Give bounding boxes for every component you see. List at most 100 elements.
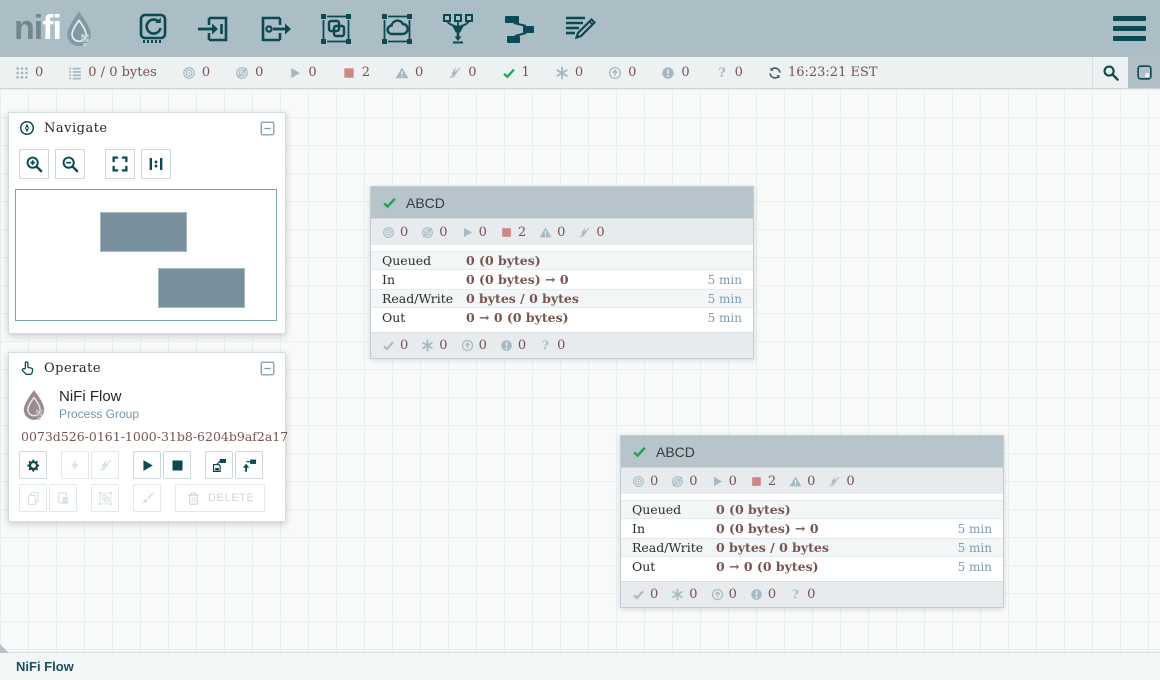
brush-icon: [140, 491, 155, 506]
stat-row-read-write: Read/Write 0 bytes / 0 bytes 5 min: [371, 289, 753, 308]
copy-button[interactable]: [19, 484, 47, 512]
status-transmitting: 0: [182, 65, 210, 80]
breadcrumb-corner: [0, 644, 9, 653]
transmitting-icon: [182, 66, 196, 80]
pg-sync-failure: ?0: [789, 587, 815, 602]
drag-input-port-button[interactable]: [194, 8, 234, 50]
queued-list-icon: [68, 66, 82, 80]
invalid-icon: [789, 475, 802, 488]
operate-header: Operate: [9, 353, 285, 383]
process-group-abcd-2[interactable]: ABCD 0 0 0 2 0 0 Queued 0 (0 bytes) In 0…: [620, 435, 1004, 608]
birdseye-toggle-button[interactable]: [1128, 57, 1160, 88]
zoom-out-button[interactable]: [55, 149, 85, 179]
running-icon: [461, 226, 474, 239]
status-items: 0 0 / 0 bytes 0 0 0 2 0 0 1 0 0 0 ?0 16:…: [0, 57, 878, 88]
pg-version-footer: 0 0 0 0 ?0: [621, 581, 1003, 607]
pg-transmitting: 0: [382, 225, 408, 240]
operate-title: Operate: [44, 361, 251, 376]
stat-row-read-write: Read/Write 0 bytes / 0 bytes 5 min: [621, 538, 1003, 557]
drag-remote-process-group-button[interactable]: [377, 8, 417, 50]
pg-stats: Queued 0 (0 bytes) In 0 (0 bytes) → 0 5 …: [621, 494, 1003, 581]
disable-button[interactable]: [91, 451, 119, 479]
nifi-drop-icon: [64, 10, 94, 48]
collapse-operate-button[interactable]: [260, 361, 275, 376]
delete-label: DELETE: [208, 492, 254, 504]
pg-stale: 0: [711, 587, 737, 602]
status-refresh[interactable]: 16:23:21 EST: [768, 65, 878, 80]
drag-processor-button[interactable]: [133, 8, 173, 50]
pg-counts: 0 0 0 2 0 0: [371, 218, 753, 245]
label-icon: [563, 13, 597, 45]
drag-label-button[interactable]: [560, 8, 600, 50]
stat-row-in: In 0 (0 bytes) → 0 5 min: [621, 519, 1003, 538]
search-button[interactable]: [1092, 57, 1128, 88]
change-color-button[interactable]: [133, 484, 161, 512]
save-template-icon: [212, 458, 227, 473]
navigate-title: Navigate: [44, 121, 251, 136]
stat-row-out: Out 0 → 0 (0 bytes) 5 min: [621, 557, 1003, 576]
group-icon: [98, 491, 113, 506]
stop-icon: [170, 458, 185, 473]
input-port-icon: [197, 13, 231, 45]
flow-canvas[interactable]: Navigate Operate NiFi Flow Process Group: [0, 89, 1160, 652]
enable-button[interactable]: [61, 451, 89, 479]
check-icon: [632, 588, 645, 601]
global-menu-button[interactable]: [1113, 12, 1146, 45]
exclamation-circle-icon: [500, 339, 513, 352]
pg-locally-modified: 0: [421, 338, 447, 353]
locally-modified-and-stale-icon: [661, 66, 675, 80]
arrow-up-circle-icon: [711, 588, 724, 601]
stopped-icon: [750, 475, 763, 488]
bolt-slash-icon: [98, 458, 113, 473]
navigate-header: Navigate: [9, 113, 285, 143]
question-icon: ?: [539, 339, 552, 352]
status-not-transmitting: 0: [235, 65, 263, 80]
status-bar: 0 0 / 0 bytes 0 0 0 2 0 0 1 0 0 0 ?0 16:…: [0, 57, 1160, 89]
drag-process-group-button[interactable]: [316, 8, 356, 50]
pg-up-to-date: 0: [632, 587, 658, 602]
birdseye-minimap[interactable]: [15, 189, 277, 321]
drag-output-port-button[interactable]: [255, 8, 295, 50]
status-up-to-date: 1: [502, 65, 530, 80]
pg-locally-modified-and-stale: 0: [750, 587, 776, 602]
locally-modified-icon: [555, 66, 569, 80]
pg-locally-modified: 0: [671, 587, 697, 602]
status-stale: 0: [608, 65, 636, 80]
remote-process-group-icon: [380, 13, 414, 45]
pg-running: 0: [711, 474, 737, 489]
selection-type: Process Group: [59, 407, 139, 421]
gear-icon: [26, 458, 41, 473]
exclamation-circle-icon: [750, 588, 763, 601]
trash-icon: [186, 491, 201, 506]
actual-size-icon: [147, 155, 165, 173]
pg-header: ABCD: [621, 436, 1003, 467]
status-locally-modified-and-stale: 0: [661, 65, 689, 80]
status-running: 0: [288, 65, 316, 80]
actual-size-button[interactable]: [141, 149, 171, 179]
group-button[interactable]: [91, 484, 119, 512]
paste-button[interactable]: [49, 484, 77, 512]
stat-row-queued: Queued 0 (0 bytes): [621, 500, 1003, 519]
status-active-threads: 0: [15, 65, 43, 80]
collapse-navigate-button[interactable]: [260, 121, 275, 136]
process-group-logo-icon: [21, 389, 47, 421]
refresh-icon: [768, 66, 782, 80]
zoom-fit-button[interactable]: [105, 149, 135, 179]
zoom-in-button[interactable]: [19, 149, 49, 179]
delete-button[interactable]: DELETE: [175, 484, 265, 512]
stopped-icon: [500, 226, 513, 239]
drag-funnel-button[interactable]: [438, 8, 478, 50]
process-group-abcd-1[interactable]: ABCD 0 0 0 2 0 0 Queued 0 (0 bytes) In 0…: [370, 186, 754, 359]
hand-icon: [19, 360, 35, 376]
upload-template-button[interactable]: [235, 451, 263, 479]
disabled-icon: [578, 226, 591, 239]
create-template-button[interactable]: [205, 451, 233, 479]
configure-button[interactable]: [19, 451, 47, 479]
search-icon: [1102, 64, 1119, 81]
drag-template-button[interactable]: [499, 8, 539, 50]
start-button[interactable]: [133, 451, 161, 479]
pg-stale: 0: [461, 338, 487, 353]
hamburger-icon: [1113, 16, 1146, 21]
breadcrumb-root-link[interactable]: NiFi Flow: [16, 659, 74, 674]
stop-button[interactable]: [163, 451, 191, 479]
